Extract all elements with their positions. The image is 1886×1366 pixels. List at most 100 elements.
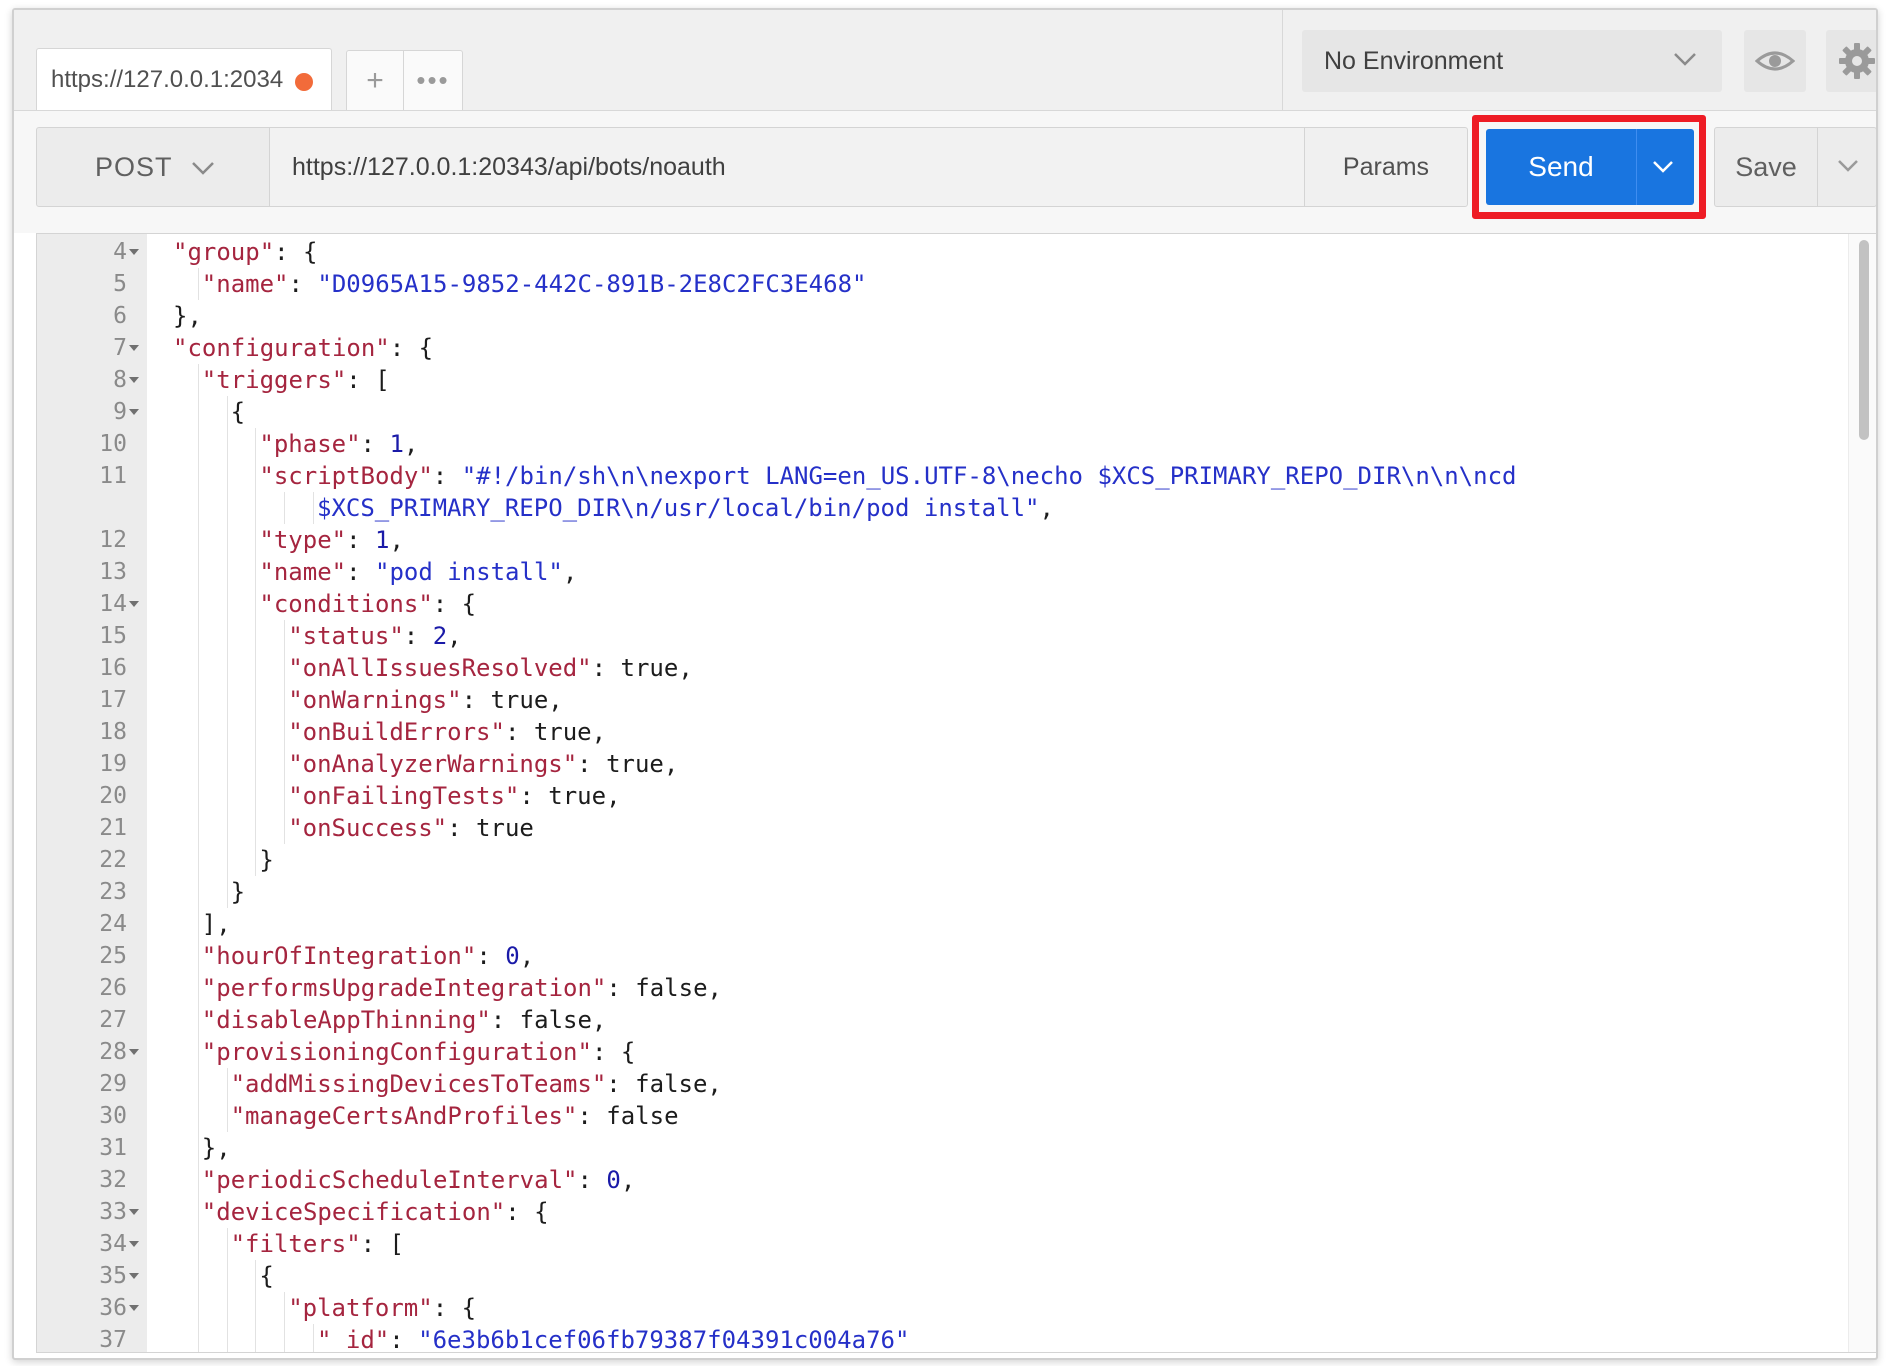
json-punctuation: : true, xyxy=(519,782,621,810)
manage-environments-button[interactable] xyxy=(1826,30,1876,92)
json-punctuation: : { xyxy=(389,334,434,362)
code-line: 20 "onFailingTests": true, xyxy=(37,780,1876,812)
save-button[interactable]: Save xyxy=(1714,127,1818,207)
code-line: 6}, xyxy=(37,300,1876,332)
fold-arrow-icon[interactable] xyxy=(129,601,139,607)
json-key: "configuration" xyxy=(173,334,390,362)
json-key: "name" xyxy=(201,270,289,298)
save-options-button[interactable] xyxy=(1817,127,1876,207)
eye-icon xyxy=(1755,51,1795,71)
json-key: "onBuildErrors" xyxy=(288,718,505,746)
code-line: 5 "name": "D0965A15-9852-442C-891B-2E8C2F… xyxy=(37,268,1876,300)
indent-guide xyxy=(226,1260,228,1292)
code-line: 4 "group": { xyxy=(37,236,1876,268)
json-punctuation: : xyxy=(432,462,462,490)
code-line: 21 "onSuccess": true xyxy=(37,812,1876,844)
indent-guide xyxy=(197,1100,199,1132)
code-text: "filters": [ xyxy=(231,1228,404,1260)
line-number: 25 xyxy=(99,943,127,969)
line-number: 14 xyxy=(99,591,127,617)
code-line: 33 "deviceSpecification": { xyxy=(37,1196,1876,1228)
fold-arrow-icon[interactable] xyxy=(129,1049,139,1055)
json-key: "triggers" xyxy=(201,366,347,394)
indent-guide xyxy=(284,1292,286,1324)
json-punctuation: , xyxy=(1039,494,1054,522)
indent-guide xyxy=(197,972,199,1004)
line-number: 7 xyxy=(113,335,127,361)
json-punctuation: : true, xyxy=(577,750,679,778)
code-text: "onSuccess": true xyxy=(288,812,534,844)
fold-arrow-icon[interactable] xyxy=(129,1273,139,1279)
fold-arrow-icon[interactable] xyxy=(129,345,139,351)
code-line: 34 "filters": [ xyxy=(37,1228,1876,1260)
code-line: 29 "addMissingDevicesToTeams": false, xyxy=(37,1068,1876,1100)
json-punctuation: : xyxy=(360,430,390,458)
json-punctuation: : false, xyxy=(606,1070,722,1098)
indent-guide xyxy=(255,844,257,876)
code-line: 8 "triggers": [ xyxy=(37,364,1876,396)
request-body-editor[interactable]: 4 "group": {5 "name": "D0965A15-9852-442C-… xyxy=(36,233,1876,1353)
tab-options-button[interactable]: ••• xyxy=(403,50,463,110)
indent-guide xyxy=(255,460,257,492)
json-key: "type" xyxy=(259,526,347,554)
params-button[interactable]: Params xyxy=(1304,127,1468,207)
url-input[interactable]: https://127.0.0.1:20343/api/bots/noauth xyxy=(269,127,1305,207)
fold-arrow-icon[interactable] xyxy=(129,377,139,383)
json-number: 0 xyxy=(606,1166,621,1194)
code-text: $XCS_PRIMARY_REPO_DIR\n/usr/local/bin/po… xyxy=(317,492,1054,524)
code-line: 24], xyxy=(37,908,1876,940)
code-line: $XCS_PRIMARY_REPO_DIR\n/usr/local/bin/po… xyxy=(37,492,1876,524)
line-number: 6 xyxy=(113,303,127,329)
indent-guide xyxy=(313,1324,314,1352)
request-tab[interactable]: https://127.0.0.1:2034 xyxy=(36,48,332,110)
indent-guide xyxy=(197,716,199,748)
fold-arrow-icon[interactable] xyxy=(129,1241,139,1247)
line-number: 36 xyxy=(99,1295,127,1321)
fold-arrow-icon[interactable] xyxy=(129,1305,139,1311)
json-key: "_id" xyxy=(317,1326,390,1353)
indent-guide xyxy=(226,652,228,684)
line-number: 16 xyxy=(99,655,127,681)
chevron-down-icon xyxy=(1674,53,1696,66)
json-punctuation: : xyxy=(577,1166,607,1194)
fold-arrow-icon[interactable] xyxy=(129,1209,139,1215)
json-punctuation: : xyxy=(389,1326,419,1353)
send-button[interactable]: Send xyxy=(1486,129,1694,205)
code-line: 28 "provisioningConfiguration": { xyxy=(37,1036,1876,1068)
json-key: "onAllIssuesResolved" xyxy=(288,654,592,682)
editor-scrollbar[interactable] xyxy=(1848,234,1876,1352)
indent-guide xyxy=(284,1324,286,1352)
indent-guide xyxy=(313,492,314,524)
indent-guide xyxy=(197,524,199,556)
environment-quick-look-button[interactable] xyxy=(1744,30,1806,92)
code-text: "platform": { xyxy=(288,1292,476,1324)
code-line: 23} xyxy=(37,876,1876,908)
indent-guide xyxy=(197,1196,199,1228)
line-number: 26 xyxy=(99,975,127,1001)
new-tab-button[interactable]: + xyxy=(346,50,404,110)
indent-guide xyxy=(226,844,228,876)
editor-scrollbar-thumb[interactable] xyxy=(1859,240,1869,440)
code-line: 15 "status": 2, xyxy=(37,620,1876,652)
indent-guide xyxy=(226,748,228,780)
indent-guide xyxy=(255,716,257,748)
json-punctuation: , xyxy=(389,526,404,554)
send-button-label: Send xyxy=(1528,151,1594,182)
environment-select[interactable]: No Environment xyxy=(1302,30,1722,92)
code-line: 19 "onAnalyzerWarnings": true, xyxy=(37,748,1876,780)
code-text: "disableAppThinning": false, xyxy=(202,1004,607,1036)
line-number: 21 xyxy=(99,815,127,841)
indent-guide xyxy=(226,716,228,748)
json-punctuation: , xyxy=(519,942,535,970)
json-punctuation: : xyxy=(403,622,433,650)
code-text: "onFailingTests": true, xyxy=(288,780,620,812)
code-text: "hourOfIntegration": 0, xyxy=(202,940,534,972)
fold-arrow-icon[interactable] xyxy=(129,409,139,415)
method-select[interactable]: POST xyxy=(36,127,270,207)
save-button-label: Save xyxy=(1735,151,1797,182)
indent-guide xyxy=(197,1132,199,1164)
json-key: "addMissingDevicesToTeams" xyxy=(230,1070,607,1098)
chevron-down-icon[interactable] xyxy=(1649,153,1677,181)
json-punctuation: : { xyxy=(505,1198,549,1226)
fold-arrow-icon[interactable] xyxy=(129,249,139,255)
